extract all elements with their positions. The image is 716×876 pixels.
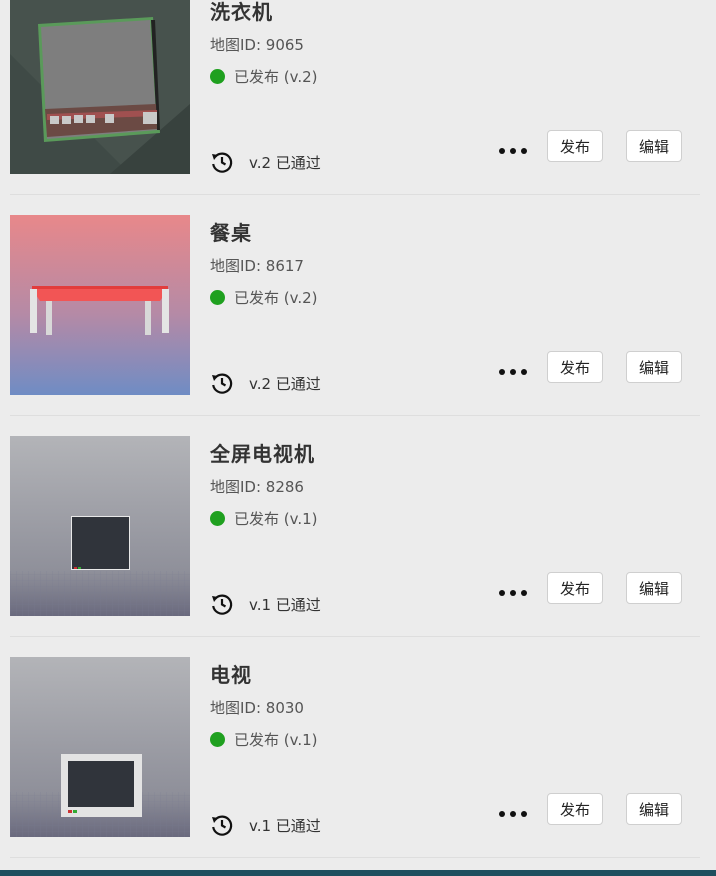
publish-status: 已发布 (v.2) xyxy=(210,66,318,87)
history-clock-icon[interactable] xyxy=(210,150,234,174)
divider xyxy=(10,636,700,637)
list-item: 洗衣机 地图ID: 9065 已发布 (v.2) v.2 已通过 发布 编辑 xyxy=(10,0,700,195)
review-status: v.2 已通过 xyxy=(210,371,321,395)
status-text: 已发布 (v.2) xyxy=(234,68,318,86)
publish-status: 已发布 (v.2) xyxy=(210,287,318,308)
list-item: 全屏电视机 地图ID: 8286 已发布 (v.1) v.1 已通过 发布 编辑 xyxy=(10,436,700,637)
history-clock-icon[interactable] xyxy=(210,813,234,837)
status-dot-icon xyxy=(210,732,225,747)
list-item: 餐桌 地图ID: 8617 已发布 (v.2) v.2 已通过 发布 编辑 xyxy=(10,215,700,416)
map-thumbnail[interactable] xyxy=(10,0,190,174)
status-text: 已发布 (v.2) xyxy=(234,289,318,307)
edit-button[interactable]: 编辑 xyxy=(626,351,682,383)
status-dot-icon xyxy=(210,69,225,84)
list-item: 电视 地图ID: 8030 已发布 (v.1) v.1 已通过 发布 编辑 xyxy=(10,657,700,858)
status-dot-icon xyxy=(210,290,225,305)
history-clock-icon[interactable] xyxy=(210,592,234,616)
review-text: v.2 已通过 xyxy=(249,374,321,393)
review-text: v.1 已通过 xyxy=(249,816,321,835)
more-dots-icon[interactable] xyxy=(499,586,527,600)
map-id: 地图ID: 9065 xyxy=(210,36,304,54)
review-status: v.1 已通过 xyxy=(210,813,321,837)
item-title: 餐桌 xyxy=(210,221,252,245)
map-thumbnail[interactable] xyxy=(10,657,190,837)
publish-button[interactable]: 发布 xyxy=(547,130,603,162)
dining-table-thumbnail xyxy=(10,215,190,395)
publish-button[interactable]: 发布 xyxy=(547,793,603,825)
review-text: v.1 已通过 xyxy=(249,595,321,614)
item-title: 全屏电视机 xyxy=(210,442,315,466)
edit-button[interactable]: 编辑 xyxy=(626,130,682,162)
review-status: v.2 已通过 xyxy=(210,150,321,174)
publish-status: 已发布 (v.1) xyxy=(210,729,318,750)
more-dots-icon[interactable] xyxy=(499,807,527,821)
item-title: 电视 xyxy=(210,663,252,687)
map-thumbnail[interactable] xyxy=(10,215,190,395)
history-clock-icon[interactable] xyxy=(210,371,234,395)
divider xyxy=(10,194,700,195)
map-id: 地图ID: 8617 xyxy=(210,257,304,275)
review-text: v.2 已通过 xyxy=(249,153,321,172)
washing-machine-thumbnail xyxy=(10,0,190,174)
publish-button[interactable]: 发布 xyxy=(547,351,603,383)
item-title: 洗衣机 xyxy=(210,0,273,24)
map-thumbnail[interactable] xyxy=(10,436,190,616)
publish-status: 已发布 (v.1) xyxy=(210,508,318,529)
more-dots-icon[interactable] xyxy=(499,365,527,379)
edit-button[interactable]: 编辑 xyxy=(626,793,682,825)
tv-thumbnail xyxy=(10,657,190,837)
status-dot-icon xyxy=(210,511,225,526)
publish-button[interactable]: 发布 xyxy=(547,572,603,604)
status-text: 已发布 (v.1) xyxy=(234,510,318,528)
map-id: 地图ID: 8286 xyxy=(210,478,304,496)
review-status: v.1 已通过 xyxy=(210,592,321,616)
divider xyxy=(10,857,700,858)
bottom-bar xyxy=(0,870,716,876)
divider xyxy=(10,415,700,416)
edit-button[interactable]: 编辑 xyxy=(626,572,682,604)
map-id: 地图ID: 8030 xyxy=(210,699,304,717)
fullscreen-tv-thumbnail xyxy=(10,436,190,616)
status-text: 已发布 (v.1) xyxy=(234,731,318,749)
more-dots-icon[interactable] xyxy=(499,144,527,158)
